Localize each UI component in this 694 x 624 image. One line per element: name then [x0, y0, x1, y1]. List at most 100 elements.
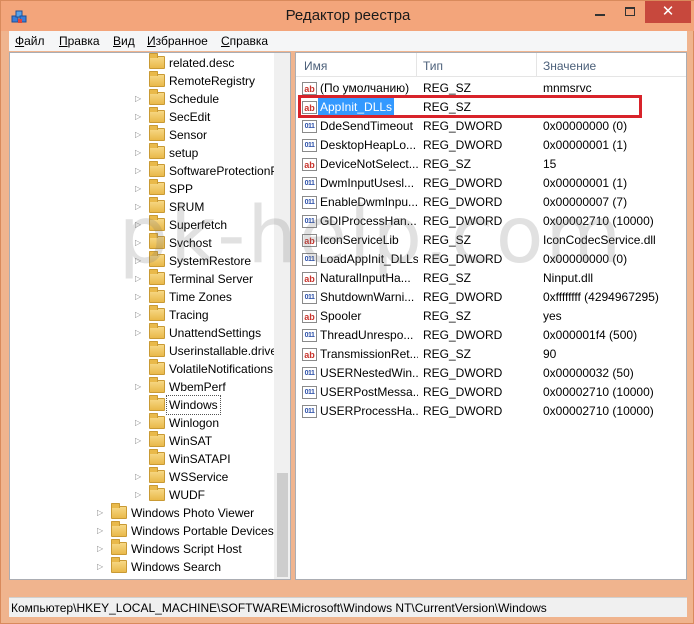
- expand-arrow-icon[interactable]: ▷: [135, 288, 143, 306]
- value-row[interactable]: ab TransmissionRet... REG_SZ 90: [296, 345, 686, 364]
- tree-item[interactable]: ▷ SPP: [10, 179, 272, 198]
- value-row[interactable]: 011 USERNestedWin... REG_DWORD 0x00000032 (…: [296, 364, 686, 383]
- value-row[interactable]: ab NaturalInputHa... REG_SZ Ninput.dll: [296, 269, 686, 288]
- tree-item[interactable]: ▷ SRUM: [10, 197, 272, 216]
- tree-item[interactable]: ▷ WSService: [10, 467, 272, 486]
- expand-arrow-icon[interactable]: ▷: [135, 252, 143, 270]
- tree-item[interactable]: ▷ Svchost: [10, 233, 272, 252]
- expand-arrow-icon[interactable]: ▷: [135, 378, 143, 396]
- value-row[interactable]: 011 DwmInputUsesl... REG_DWORD 0x00000001 (…: [296, 174, 686, 193]
- menu-edit[interactable]: Правка: [59, 34, 100, 48]
- tree-item[interactable]: Userinstallable.drivers: [10, 341, 287, 360]
- expand-arrow-icon[interactable]: ▷: [135, 108, 143, 126]
- tree-item[interactable]: RemoteRegistry: [10, 71, 272, 90]
- column-header-type[interactable]: Тип: [423, 59, 443, 73]
- tree-item[interactable]: related.desc: [10, 53, 272, 72]
- value-row[interactable]: 011 DdeSendTimeout REG_DWORD 0x00000000 (0): [296, 117, 686, 136]
- tree-item[interactable]: Windows: [10, 395, 272, 415]
- tree-item[interactable]: ▷ Tracing: [10, 305, 272, 324]
- values-list-pane[interactable]: Имя Тип Значение ab (По умолчанию) REG_SZ m…: [295, 52, 687, 580]
- value-row[interactable]: ab IconServiceLib REG_SZ IconCodecService.d…: [296, 231, 686, 250]
- value-type: REG_DWORD: [423, 176, 503, 190]
- expand-arrow-icon[interactable]: ▷: [97, 522, 105, 540]
- expand-arrow-icon[interactable]: ▷: [135, 180, 143, 198]
- expand-arrow-icon[interactable]: ▷: [97, 558, 105, 576]
- tree-item[interactable]: ▷ WbemPerf: [10, 377, 272, 396]
- expand-arrow-icon[interactable]: ▷: [135, 126, 143, 144]
- tree-item[interactable]: ▷ setup: [10, 143, 272, 162]
- value-type: REG_DWORD: [423, 138, 503, 152]
- menu-favorites[interactable]: Избранное: [147, 34, 208, 48]
- tree-item[interactable]: ▷ Superfetch: [10, 215, 272, 234]
- expand-arrow-icon[interactable]: ▷: [135, 324, 143, 342]
- value-type: REG_DWORD: [423, 290, 503, 304]
- column-divider[interactable]: [416, 53, 417, 77]
- expand-arrow-icon[interactable]: ▷: [135, 270, 143, 288]
- value-data: IconCodecService.dll: [543, 233, 656, 247]
- tree-item[interactable]: WinSATAPI: [10, 449, 272, 468]
- value-row[interactable]: 011 GDIProcessHan... REG_DWORD 0x00002710 (…: [296, 212, 686, 231]
- tree-item[interactable]: ▷ Time Zones: [10, 287, 272, 306]
- value-row[interactable]: 011 EnableDwmInpu... REG_DWORD 0x00000007 (…: [296, 193, 686, 212]
- expand-arrow-icon[interactable]: ▷: [135, 162, 143, 180]
- value-row[interactable]: 011 DesktopHeapLo... REG_DWORD 0x00000001 (…: [296, 136, 686, 155]
- minimize-button[interactable]: [585, 1, 615, 23]
- expand-arrow-icon[interactable]: ▷: [135, 198, 143, 216]
- tree-item[interactable]: ▷ WinSAT: [10, 431, 272, 450]
- tree-item[interactable]: ▷ Terminal Server: [10, 269, 272, 288]
- folder-icon: [149, 71, 165, 87]
- value-data: Ninput.dll: [543, 271, 594, 285]
- title-bar[interactable]: Редактор реестра ✕: [1, 1, 694, 31]
- value-type: REG_SZ: [423, 271, 472, 285]
- value-row[interactable]: 011 LoadAppInit_DLLs REG_DWORD 0x00000000 (…: [296, 250, 686, 269]
- expand-arrow-icon[interactable]: ▷: [135, 306, 143, 324]
- value-row[interactable]: ab DeviceNotSelect... REG_SZ 15: [296, 155, 686, 174]
- menu-view[interactable]: Вид: [113, 34, 135, 48]
- tree-scrollbar[interactable]: [274, 53, 290, 579]
- tree-item[interactable]: ▷ Windows Search: [10, 557, 272, 576]
- value-type: REG_DWORD: [423, 195, 503, 209]
- value-name: GDIProcessHan...: [320, 214, 417, 228]
- expand-arrow-icon[interactable]: ▷: [135, 468, 143, 486]
- expand-arrow-icon[interactable]: ▷: [135, 90, 143, 108]
- key-tree-pane[interactable]: related.desc RemoteRegistry ▷ Schedule ▷ SecE…: [9, 52, 291, 580]
- tree-item[interactable]: VolatileNotifications: [10, 359, 273, 378]
- expand-arrow-icon[interactable]: ▷: [97, 504, 105, 522]
- value-type: REG_SZ: [423, 347, 472, 361]
- expand-arrow-icon[interactable]: ▷: [135, 144, 143, 162]
- value-row[interactable]: 011 USERPostMessa... REG_DWORD 0x00002710 (…: [296, 383, 686, 402]
- tree-item[interactable]: ▷ Winlogon: [10, 413, 272, 432]
- menu-file[interactable]: Файл: [15, 34, 45, 48]
- tree-item[interactable]: ▷ SecEdit: [10, 107, 272, 126]
- value-row[interactable]: 011 ShutdownWarni... REG_DWORD 0xffffffff (…: [296, 288, 686, 307]
- tree-item[interactable]: ▷ Schedule: [10, 89, 272, 108]
- maximize-button[interactable]: [615, 1, 645, 23]
- expand-arrow-icon[interactable]: ▷: [135, 216, 143, 234]
- tree-item[interactable]: ▷ Windows Photo Viewer: [10, 503, 272, 522]
- expand-arrow-icon[interactable]: ▷: [97, 540, 105, 558]
- tree-item[interactable]: ▷ UnattendSettings: [10, 323, 272, 342]
- menu-help[interactable]: Справка: [221, 34, 268, 48]
- expand-arrow-icon[interactable]: ▷: [135, 432, 143, 450]
- column-divider[interactable]: [536, 53, 537, 77]
- tree-item[interactable]: ▷ Windows Script Host: [10, 539, 272, 558]
- value-row[interactable]: ab Spooler REG_SZ yes: [296, 307, 686, 326]
- value-row[interactable]: ab AppInit_DLLs REG_SZ: [296, 98, 686, 117]
- expand-arrow-icon[interactable]: ▷: [135, 414, 143, 432]
- tree-item-label: UnattendSettings: [169, 326, 262, 340]
- tree-item[interactable]: ▷ WUDF: [10, 485, 272, 504]
- value-row[interactable]: ab (По умолчанию) REG_SZ mnmsrvc: [296, 79, 686, 98]
- tree-item[interactable]: ▷ SoftwareProtectionPlatform: [10, 161, 290, 180]
- tree-item-label: SystemRestore: [169, 254, 252, 268]
- tree-scrollbar-thumb[interactable]: [277, 473, 288, 577]
- tree-item[interactable]: ▷ Sensor: [10, 125, 272, 144]
- value-row[interactable]: 011 ThreadUnrespo... REG_DWORD 0x000001f4 (…: [296, 326, 686, 345]
- column-header-name[interactable]: Имя: [304, 59, 327, 73]
- expand-arrow-icon[interactable]: ▷: [135, 234, 143, 252]
- expand-arrow-icon[interactable]: ▷: [135, 486, 143, 504]
- column-header-data[interactable]: Значение: [543, 59, 596, 73]
- value-row[interactable]: 011 USERProcessHa... REG_DWORD 0x00002710 (…: [296, 402, 686, 421]
- close-button[interactable]: ✕: [645, 1, 691, 23]
- tree-item[interactable]: ▷ SystemRestore: [10, 251, 272, 270]
- tree-item[interactable]: ▷ Windows Portable Devices: [10, 521, 274, 540]
